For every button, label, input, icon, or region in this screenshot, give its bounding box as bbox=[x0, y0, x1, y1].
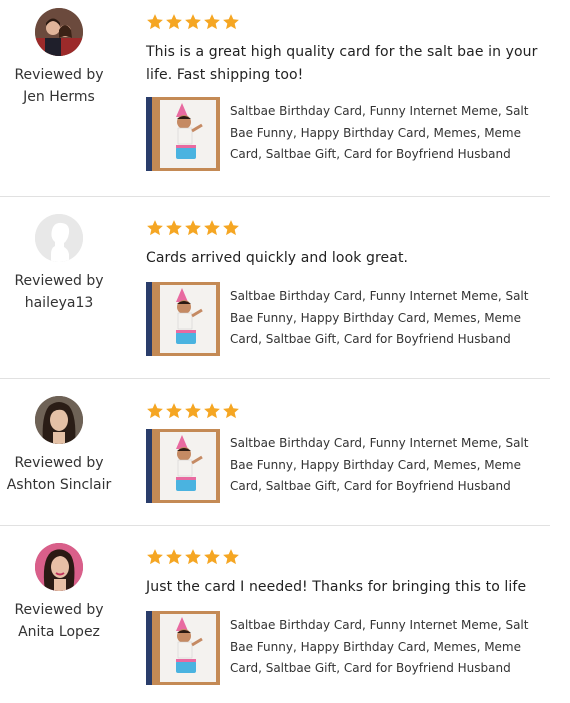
reviewer-block: Reviewed by Jen Herms bbox=[0, 8, 118, 108]
star-icon bbox=[185, 220, 201, 236]
item-thumbnail[interactable] bbox=[146, 611, 220, 685]
reviewed-by-label: Reviewed by bbox=[14, 67, 104, 83]
reviewer-block: Reviewed by Ashton Sinclair bbox=[0, 396, 118, 496]
item-thumbnail[interactable] bbox=[146, 282, 220, 356]
card-image-icon bbox=[146, 282, 220, 356]
star-icon bbox=[204, 403, 220, 419]
star-icon bbox=[204, 220, 220, 236]
reviewed-item[interactable]: Saltbae Birthday Card, Funny Internet Me… bbox=[146, 429, 546, 505]
star-icon bbox=[166, 220, 182, 236]
review-jen-herms: Reviewed by Jen Herms This is a great hi… bbox=[0, 0, 550, 196]
card-image-icon bbox=[146, 429, 220, 503]
star-icon bbox=[147, 549, 163, 565]
review-text: Cards arrived quickly and look great. bbox=[146, 250, 409, 266]
review-text: This is a great high quality card for th… bbox=[146, 44, 538, 83]
star-rating bbox=[146, 548, 240, 566]
reviewer-name[interactable]: Anita Lopez bbox=[0, 621, 118, 643]
couple-photo-icon bbox=[35, 8, 83, 56]
star-icon bbox=[185, 403, 201, 419]
star-icon bbox=[223, 220, 239, 236]
reviewer-block: Reviewed by Anita Lopez bbox=[0, 543, 118, 643]
item-title[interactable]: Saltbae Birthday Card, Funny Internet Me… bbox=[230, 286, 542, 351]
review-text: Just the card I needed! Thanks for bring… bbox=[146, 579, 527, 595]
star-rating bbox=[146, 219, 240, 237]
item-title[interactable]: Saltbae Birthday Card, Funny Internet Me… bbox=[230, 615, 542, 680]
card-image-icon bbox=[146, 97, 220, 171]
reviewer-block: Reviewed by haileya13 bbox=[0, 214, 118, 314]
star-rating bbox=[146, 13, 240, 31]
star-icon bbox=[223, 549, 239, 565]
star-icon bbox=[185, 549, 201, 565]
woman-photo-icon bbox=[35, 396, 83, 444]
reviewed-item[interactable]: Saltbae Birthday Card, Funny Internet Me… bbox=[146, 97, 546, 173]
star-icon bbox=[204, 14, 220, 30]
star-icon bbox=[223, 403, 239, 419]
item-title[interactable]: Saltbae Birthday Card, Funny Internet Me… bbox=[230, 101, 542, 166]
avatar[interactable] bbox=[35, 543, 83, 591]
avatar[interactable] bbox=[35, 8, 83, 56]
star-icon bbox=[166, 549, 182, 565]
reviewed-item[interactable]: Saltbae Birthday Card, Funny Internet Me… bbox=[146, 282, 546, 358]
reviewed-by-label: Reviewed by bbox=[14, 602, 104, 618]
reviewer-name[interactable]: Ashton Sinclair bbox=[0, 474, 118, 496]
star-icon bbox=[147, 14, 163, 30]
reviewer-name[interactable]: Jen Herms bbox=[0, 86, 118, 108]
default-user-silhouette-icon bbox=[35, 214, 83, 262]
reviewer-name[interactable]: haileya13 bbox=[0, 292, 118, 314]
star-icon bbox=[166, 403, 182, 419]
avatar[interactable] bbox=[35, 214, 83, 262]
star-icon bbox=[147, 220, 163, 236]
review-ashton-sinclair: Reviewed by Ashton Sinclair Saltbae Birt… bbox=[0, 379, 550, 525]
reviewed-item[interactable]: Saltbae Birthday Card, Funny Internet Me… bbox=[146, 611, 546, 687]
item-thumbnail[interactable] bbox=[146, 429, 220, 503]
star-icon bbox=[147, 403, 163, 419]
star-icon bbox=[223, 14, 239, 30]
item-title[interactable]: Saltbae Birthday Card, Funny Internet Me… bbox=[230, 433, 542, 498]
woman-photo-icon bbox=[35, 543, 83, 591]
star-icon bbox=[166, 14, 182, 30]
avatar[interactable] bbox=[35, 396, 83, 444]
card-image-icon bbox=[146, 611, 220, 685]
star-icon bbox=[185, 14, 201, 30]
item-thumbnail[interactable] bbox=[146, 97, 220, 171]
reviewed-by-label: Reviewed by bbox=[14, 273, 104, 289]
star-icon bbox=[204, 549, 220, 565]
star-rating bbox=[146, 402, 240, 420]
reviewed-by-label: Reviewed by bbox=[14, 455, 104, 471]
review-haileya13: Reviewed by haileya13 Cards arrived quic… bbox=[0, 197, 550, 378]
review-anita-lopez: Reviewed by Anita Lopez Just the card I … bbox=[0, 526, 550, 703]
